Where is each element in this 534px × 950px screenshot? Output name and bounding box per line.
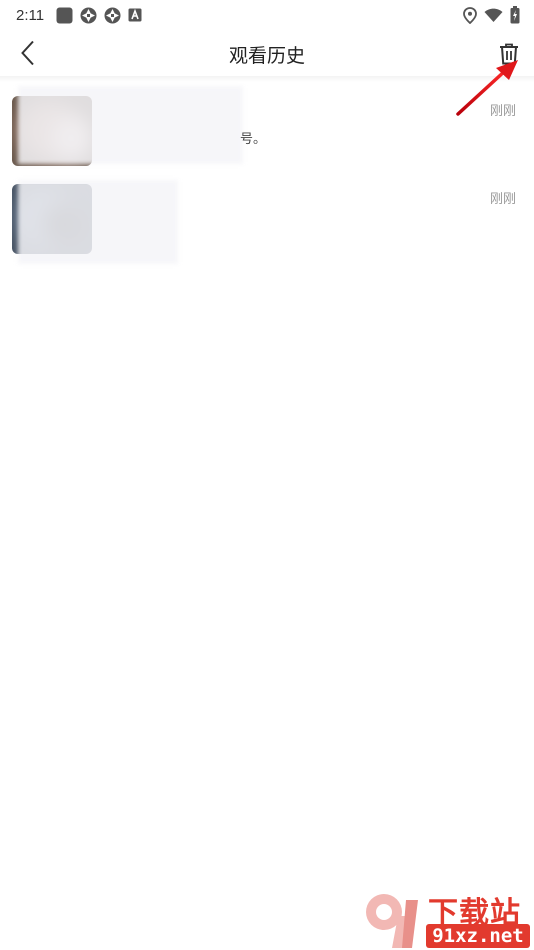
- page-title: 观看历史: [228, 45, 305, 67]
- status-time: 2:11: [16, 6, 45, 24]
- blurred-item-info: [18, 86, 243, 164]
- item-description: 号。: [240, 132, 267, 147]
- watermark-logo-icon: [366, 894, 418, 948]
- trash-icon: [500, 43, 518, 65]
- watermark: 下载站 91xz.net: [362, 884, 534, 950]
- app-square-icon: [56, 7, 73, 23]
- status-left-icons: [56, 7, 142, 24]
- location-icon: [463, 6, 477, 24]
- status-bar: 2:11: [0, 0, 534, 30]
- aperture-icon: [104, 7, 121, 23]
- battery-charging-icon: [510, 6, 520, 24]
- a-letter-icon: [128, 8, 142, 22]
- blurred-item-info: [18, 180, 178, 264]
- watermark-domain: 91xz.net: [426, 924, 530, 948]
- history-list: 号。 刚刚 刚刚: [0, 82, 534, 264]
- aperture-icon: [80, 7, 97, 23]
- history-item[interactable]: 刚刚: [0, 170, 534, 264]
- status-right-icons: [463, 6, 520, 24]
- app-bar: 观看历史: [0, 30, 534, 76]
- watch-time: 刚刚: [489, 192, 516, 207]
- history-item[interactable]: 号。 刚刚: [0, 82, 534, 170]
- wifi-icon: [484, 8, 503, 22]
- delete-history-button[interactable]: [496, 40, 522, 68]
- watch-time: 刚刚: [489, 104, 516, 119]
- watermark-title: 下载站: [428, 896, 521, 931]
